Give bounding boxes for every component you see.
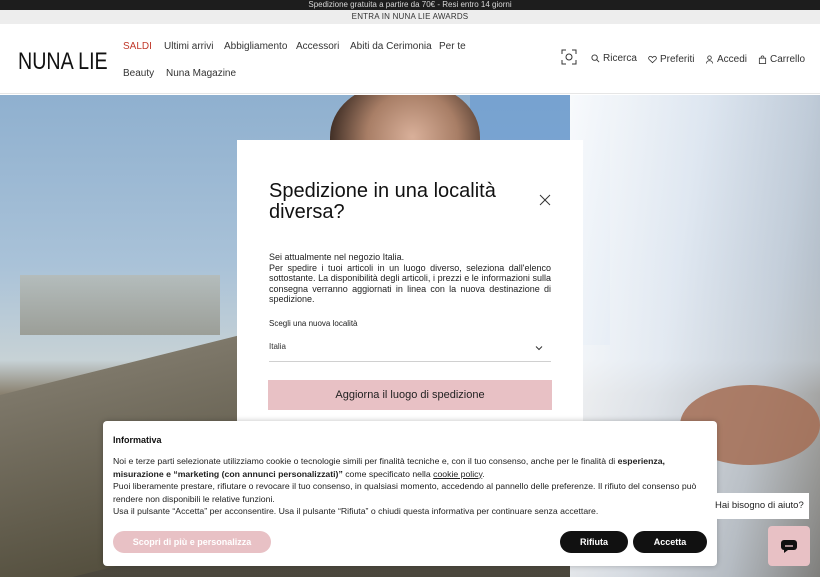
nav-item-beauty[interactable]: Beauty: [123, 68, 154, 79]
hero-city-background: [20, 275, 220, 335]
cookie-p1-mid: come specificato nella: [342, 468, 434, 479]
login-label: Accedi: [717, 54, 748, 65]
search-button[interactable]: Ricerca: [591, 53, 637, 64]
current-store-text: Sei attualmente nel negozio Italia.: [269, 252, 405, 262]
chat-icon: [781, 540, 797, 553]
nav-item-magazine[interactable]: Nuna Magazine: [166, 68, 236, 79]
site-header: NUNA LIE SALDI Ultimi arrivi Abbigliamen…: [0, 24, 820, 94]
update-shipping-button[interactable]: Aggiorna il luogo di spedizione: [268, 380, 552, 410]
location-select[interactable]: Italia: [269, 338, 551, 362]
cookie-customize-button[interactable]: Scopri di più e personalizza: [113, 531, 271, 553]
cookie-title: Informativa: [113, 435, 162, 445]
cookie-paragraph-1: Noi e terze parti selezionate utilizziam…: [113, 455, 707, 480]
cart-button[interactable]: Carrello: [758, 54, 805, 65]
bag-icon: [758, 55, 767, 64]
close-icon[interactable]: [538, 193, 552, 207]
brand-logo[interactable]: NUNA LIE: [18, 48, 108, 76]
cookie-p1-start: Noi e terze parti selezionate utilizziam…: [113, 456, 618, 466]
promo-bar-awards[interactable]: ENTRA IN NUNA LIE AWARDS: [0, 10, 820, 24]
nav-item-abbigliamento[interactable]: Abbigliamento: [224, 41, 287, 52]
modal-title: Spedizione in una località diversa?: [269, 180, 496, 223]
cookie-paragraph-2: Puoi liberamente prestare, rifiutare o r…: [113, 481, 697, 504]
search-icon: [591, 54, 600, 63]
promo-bar-shipping: Spedizione gratuita a partire da 70€ - R…: [0, 0, 820, 10]
help-bubble[interactable]: Hai bisogno di aiuto?: [705, 493, 809, 519]
modal-description: Sei attualmente nel negozio Italia. Per …: [269, 252, 551, 305]
modal-body-text: Per spedire i tuoi articoli in un luogo …: [269, 262, 551, 305]
user-icon: [705, 55, 714, 64]
nav-item-abiti-cerimonia[interactable]: Abiti da Cerimonia: [350, 41, 432, 52]
nav-item-ultimi-arrivi[interactable]: Ultimi arrivi: [164, 41, 213, 52]
cookie-accept-button[interactable]: Accetta: [633, 531, 707, 553]
nav-item-accessori[interactable]: Accessori: [296, 41, 339, 52]
heart-icon: [648, 55, 657, 64]
chat-button[interactable]: [768, 526, 810, 566]
nav-item-saldi[interactable]: SALDI: [123, 41, 152, 52]
location-select-label: Scegli una nuova località: [269, 319, 358, 328]
location-select-value: Italia: [269, 342, 286, 351]
cookie-p1-end: .: [482, 468, 485, 479]
cookie-text: Noi e terze parti selezionate utilizziam…: [113, 455, 707, 518]
favorites-label: Preferiti: [660, 54, 695, 65]
cookie-banner: Informativa Noi e terze parti selezionat…: [103, 421, 717, 566]
cart-label: Carrello: [770, 54, 806, 65]
cookie-paragraph-3: Usa il pulsante “Accetta” per acconsenti…: [113, 506, 599, 517]
cookie-reject-button[interactable]: Rifiuta: [560, 531, 628, 553]
visual-search-icon[interactable]: [561, 49, 577, 65]
search-label: Ricerca: [603, 53, 637, 64]
nav-item-per-te[interactable]: Per te: [439, 41, 466, 52]
favorites-button[interactable]: Preferiti: [648, 54, 694, 65]
shipping-location-modal: Spedizione in una località diversa? Sei …: [237, 140, 583, 425]
cookie-policy-link[interactable]: cookie policy: [433, 469, 482, 479]
login-button[interactable]: Accedi: [705, 54, 747, 65]
chevron-down-icon: [535, 346, 543, 351]
